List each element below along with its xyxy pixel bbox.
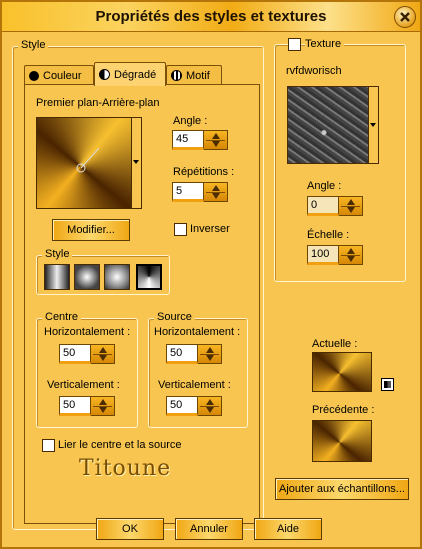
sunburst-gradient-style-button[interactable] xyxy=(136,264,162,290)
centre-vertical-input[interactable]: 50 xyxy=(59,396,91,416)
texture-dropdown-button[interactable] xyxy=(369,86,379,164)
texture-scale-spin-buttons[interactable] xyxy=(339,245,363,265)
angle-label: Angle : xyxy=(173,115,208,127)
texture-angle-label: Angle : xyxy=(307,180,342,192)
centre-vertical-stepper[interactable]: 50 xyxy=(59,396,115,416)
source-vertical-spin-buttons[interactable] xyxy=(198,396,222,416)
source-horizontal-label: Horizontalement : xyxy=(154,326,241,338)
swap-icon xyxy=(384,381,391,388)
circle-icon xyxy=(29,70,39,81)
radial-gradient-style-button[interactable] xyxy=(104,264,130,290)
gradient-dropdown-button[interactable] xyxy=(132,117,142,209)
close-icon xyxy=(400,12,410,22)
rectangular-gradient-style-button[interactable] xyxy=(74,264,100,290)
gradient-preview-dropdown[interactable] xyxy=(36,117,132,209)
ok-button[interactable]: OK xyxy=(96,518,164,540)
chevron-down-icon xyxy=(133,160,139,164)
swap-colors-button[interactable] xyxy=(381,378,394,391)
current-label: Actuelle : xyxy=(312,338,358,350)
texture-checkbox[interactable] xyxy=(288,38,301,51)
source-horizontal-stepper[interactable]: 50 xyxy=(166,344,222,364)
tab-degrade[interactable]: Dégradé xyxy=(94,62,166,86)
texture-angle-spin-buttons[interactable] xyxy=(339,196,363,216)
texture-scale-label: Échelle : xyxy=(307,229,350,241)
tab-motif[interactable]: Motif xyxy=(166,65,222,85)
close-button[interactable] xyxy=(394,6,416,28)
texture-angle-input[interactable]: 0 xyxy=(307,196,339,216)
texture-scale-stepper[interactable]: 100 xyxy=(307,245,363,265)
source-horizontal-input[interactable]: 50 xyxy=(166,344,198,364)
titoune-logo: Titoune xyxy=(79,456,172,481)
modify-button[interactable]: Modifier... xyxy=(52,219,130,241)
centre-horizontal-spin-buttons[interactable] xyxy=(91,344,115,364)
pattern-icon xyxy=(171,70,182,81)
half-circle-icon xyxy=(99,69,110,80)
link-centre-source-checkbox[interactable] xyxy=(42,439,55,452)
dialog-window: Propriétés des styles et textures Style … xyxy=(0,0,422,549)
texture-scale-input[interactable]: 100 xyxy=(307,245,339,265)
linear-gradient-style-button[interactable] xyxy=(44,264,70,290)
repeats-label: Répétitions : xyxy=(173,166,235,178)
gradient-handle-icon xyxy=(76,147,100,173)
centre-horizontal-stepper[interactable]: 50 xyxy=(59,344,115,364)
help-button[interactable]: Aide xyxy=(254,518,322,540)
tab-couleur-label: Couleur xyxy=(43,69,82,82)
texture-checkbox-label: Texture xyxy=(305,38,345,50)
tab-couleur[interactable]: Couleur xyxy=(24,65,94,85)
invert-label: Inverser xyxy=(190,223,230,235)
tab-degrade-label: Dégradé xyxy=(114,68,157,81)
source-horizontal-spin-buttons[interactable] xyxy=(198,344,222,364)
tab-motif-label: Motif xyxy=(186,69,210,82)
invert-checkbox[interactable] xyxy=(174,223,187,236)
style-group-label: Style xyxy=(18,39,49,51)
chevron-down-icon xyxy=(370,123,376,127)
centre-label: Centre xyxy=(42,311,82,323)
repeats-stepper[interactable]: 5 xyxy=(172,182,228,202)
angle-spin-buttons[interactable] xyxy=(204,130,228,150)
gradient-name-label: Premier plan-Arrière-plan xyxy=(36,97,160,109)
source-label: Source xyxy=(154,311,195,323)
angle-input[interactable]: 45 xyxy=(172,130,204,150)
centre-vertical-label: Verticalement : xyxy=(47,379,120,391)
title-bar: Propriétés des styles et textures xyxy=(2,2,420,32)
repeats-spin-buttons[interactable] xyxy=(204,182,228,202)
source-vertical-stepper[interactable]: 50 xyxy=(166,396,222,416)
texture-angle-stepper[interactable]: 0 xyxy=(307,196,363,216)
current-style-swatch xyxy=(312,352,372,392)
cancel-button[interactable]: Annuler xyxy=(175,518,243,540)
texture-preview-dropdown[interactable] xyxy=(287,86,369,164)
gradient-style-label: Style xyxy=(42,248,73,260)
repeats-input[interactable]: 5 xyxy=(172,182,204,202)
previous-style-swatch[interactable] xyxy=(312,420,372,462)
add-to-swatches-button[interactable]: Ajouter aux échantillons... xyxy=(275,478,409,500)
link-centre-source-label: Lier le centre et la source xyxy=(58,439,182,451)
source-vertical-label: Verticalement : xyxy=(158,379,231,391)
window-title: Propriétés des styles et textures xyxy=(95,8,327,25)
previous-label: Précédente : xyxy=(312,404,375,416)
centre-vertical-spin-buttons[interactable] xyxy=(91,396,115,416)
centre-horizontal-input[interactable]: 50 xyxy=(59,344,91,364)
texture-name: rvfdworisch xyxy=(286,65,342,77)
centre-horizontal-label: Horizontalement : xyxy=(44,326,131,338)
angle-stepper[interactable]: 45 xyxy=(172,130,228,150)
source-vertical-input[interactable]: 50 xyxy=(166,396,198,416)
